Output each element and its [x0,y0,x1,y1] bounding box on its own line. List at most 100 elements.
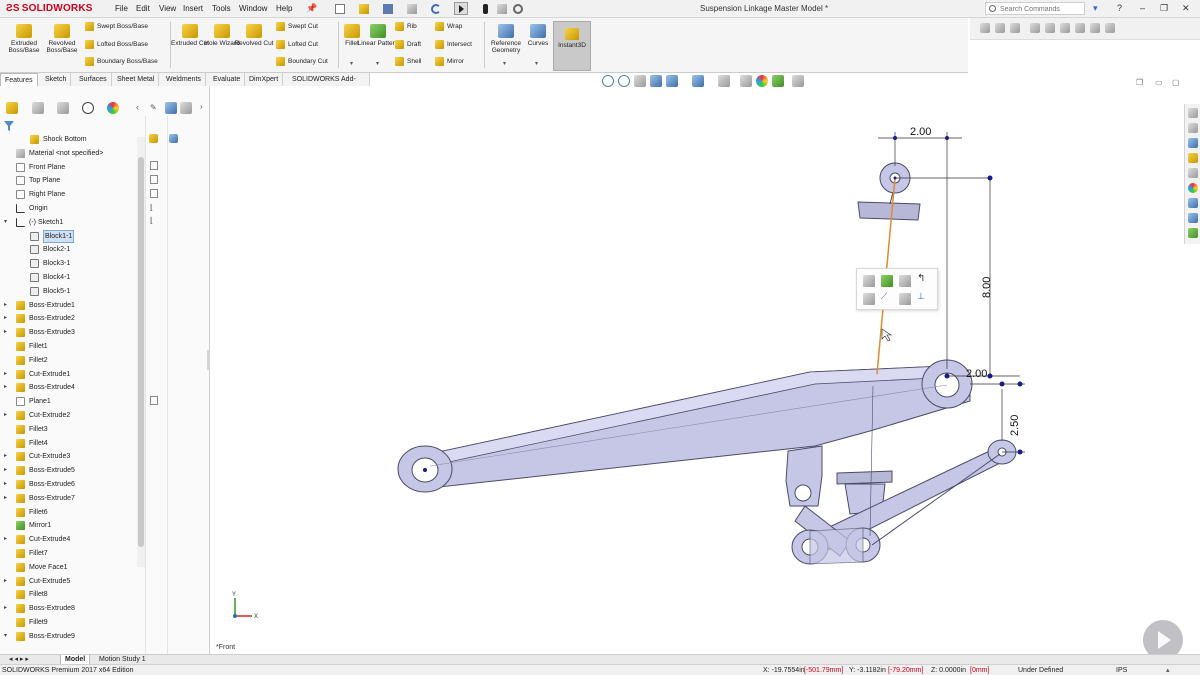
tree-item[interactable]: Block2-1 [0,243,136,256]
tree-item[interactable]: ▸ Cut-Extrude5 [0,575,136,588]
rocker-link[interactable] [791,439,1017,565]
graphics-area[interactable]: 2.00 8.00 2.00 2.50 Y X [210,86,1200,654]
tab-dimxpert[interactable]: DimXpert [245,73,284,86]
tab-surfaces[interactable]: Surfaces [75,73,112,86]
menu-insert[interactable]: Insert [183,4,203,13]
status-expand-icon[interactable]: ▴ [1166,665,1170,675]
menu-help[interactable]: Help [276,4,292,13]
forum-icon[interactable] [1188,213,1198,223]
tree-expand-icon[interactable]: ▾ [4,216,7,229]
tree-expand-icon[interactable]: ▸ [4,409,7,422]
tree-item[interactable]: Top Plane [0,174,136,187]
tree-item[interactable]: Fillet4 [0,437,136,450]
window-restore-icon[interactable]: ❐ [1136,78,1143,87]
tab-evaluate[interactable]: Evaluate [209,73,246,86]
configuration-tab-icon[interactable] [57,102,69,114]
tab-sketch[interactable]: Sketch [41,73,72,86]
apply-scene-icon[interactable] [772,75,784,87]
toolbar-icon[interactable] [1045,23,1055,33]
tree-item[interactable]: Origin [0,202,136,215]
new-document-button[interactable] [332,2,346,15]
boundary-boss-button[interactable]: Boundary Boss/Base [85,56,158,68]
lofted-cut-button[interactable]: Lofted Cut [276,39,318,51]
property-manager-tab-icon[interactable] [32,102,44,114]
scrollbar-thumb[interactable] [138,157,144,547]
pattern-dropdown-icon[interactable]: ▾ [376,60,379,67]
minimize-button[interactable]: – [1140,3,1145,13]
tree-expand-icon[interactable]: ▸ [4,602,7,615]
tree-expand-icon[interactable]: ▸ [4,312,7,325]
display-manager-tab-icon[interactable] [107,102,119,114]
solidworks-logo[interactable]: ƧS SOLIDWORKS [6,3,93,14]
tree-item[interactable]: Fillet3 [0,423,136,436]
toolbar-icon[interactable] [980,23,990,33]
display-style-icon[interactable] [718,75,730,87]
search-input[interactable] [1000,4,1082,14]
linear-pattern-button[interactable]: Linear Pattern [356,24,400,47]
tree-item[interactable]: Mirror1 [0,519,136,532]
tree-expand-icon[interactable]: ▸ [4,492,7,505]
normal-to-icon[interactable]: ⊥ [917,291,929,303]
menu-window[interactable]: Window [239,4,267,13]
tree-item[interactable]: ▸ Boss-Extrude7 [0,492,136,505]
tree-expand-icon[interactable]: ▸ [4,464,7,477]
zoom-to-fit-icon[interactable] [602,75,614,87]
boundary-cut-button[interactable]: Boundary Cut [276,56,328,68]
fillet-dropdown-icon[interactable]: ▾ [350,60,353,67]
tree-item[interactable]: Block5-1 [0,285,136,298]
tree-expand-icon[interactable]: ▸ [4,575,7,588]
lofted-boss-button[interactable]: Lofted Boss/Base [85,39,148,51]
display-style-icon[interactable] [180,102,192,114]
rib-button[interactable]: Rib [395,21,417,33]
tree-item[interactable]: ▸ Cut-Extrude1 [0,368,136,381]
dimxpert-tab-icon[interactable] [82,102,94,114]
design-library-icon[interactable] [1188,138,1198,148]
tree-item[interactable]: ▸ Cut-Extrude2 [0,409,136,422]
undo-button[interactable] [428,2,442,15]
toolbar-icon[interactable] [1030,23,1040,33]
curves-dropdown-icon[interactable]: ▾ [535,60,538,67]
search-commands[interactable] [985,2,1085,15]
tree-expand-icon[interactable]: ▸ [4,450,7,463]
custom-properties-icon[interactable] [1188,198,1198,208]
hide-show-items-icon[interactable] [740,75,752,87]
draft-button[interactable]: Draft [395,39,421,51]
save-button[interactable] [380,2,394,15]
intersect-button[interactable]: Intersect [435,39,472,51]
window-tile-icon[interactable]: ▭ [1155,78,1163,87]
tree-item[interactable]: Fillet1 [0,340,136,353]
toolbar-icon[interactable] [1010,23,1020,33]
tree-item[interactable]: Fillet8 [0,588,136,601]
tree-item[interactable]: ▸ Boss-Extrude5 [0,464,136,477]
tree-expand-icon[interactable]: ▸ [4,368,7,381]
edit-appearance-icon[interactable] [756,75,768,87]
revolved-boss-button[interactable]: Revolved Boss/Base [40,24,84,54]
tree-item[interactable]: Fillet9 [0,616,136,629]
tree-expand-icon[interactable]: ▾ [4,630,7,643]
file-explorer-icon[interactable] [1188,153,1198,163]
toolbar-icon[interactable] [1105,23,1115,33]
wrap-button[interactable]: Wrap [435,21,462,33]
tree-expand-icon[interactable]: ▸ [4,299,7,312]
tree-item[interactable]: ▾ (-) Sketch1 [0,216,136,229]
file-properties-button[interactable] [494,2,508,15]
dimension-vertical[interactable]: 8.00 [981,277,993,298]
window-expand-icon[interactable]: ▢ [1172,78,1180,87]
menu-tools[interactable]: Tools [212,4,231,13]
toolbar-icon[interactable] [995,23,1005,33]
tree-expand-icon[interactable]: ▸ [4,381,7,394]
tab-features[interactable]: Features [0,73,38,86]
dimension-right-vertical[interactable]: 2.50 [1009,415,1021,436]
tree-item[interactable]: ▸ Cut-Extrude4 [0,533,136,546]
close-button[interactable]: ✕ [1182,3,1190,14]
tab-weldments[interactable]: Weldments [162,73,206,86]
view-settings-icon[interactable] [792,75,804,87]
expand-panel-icon[interactable]: › [200,102,203,111]
restore-button[interactable]: ❐ [1160,3,1168,14]
tree-expand-icon[interactable]: ▸ [4,326,7,339]
lower-bracket[interactable] [785,445,823,507]
open-button[interactable] [356,2,370,15]
tree-item[interactable]: Block3-1 [0,257,136,270]
feature-tree-scrollbar[interactable] [137,137,145,567]
tree-item[interactable]: ▸ Boss-Extrude6 [0,478,136,491]
